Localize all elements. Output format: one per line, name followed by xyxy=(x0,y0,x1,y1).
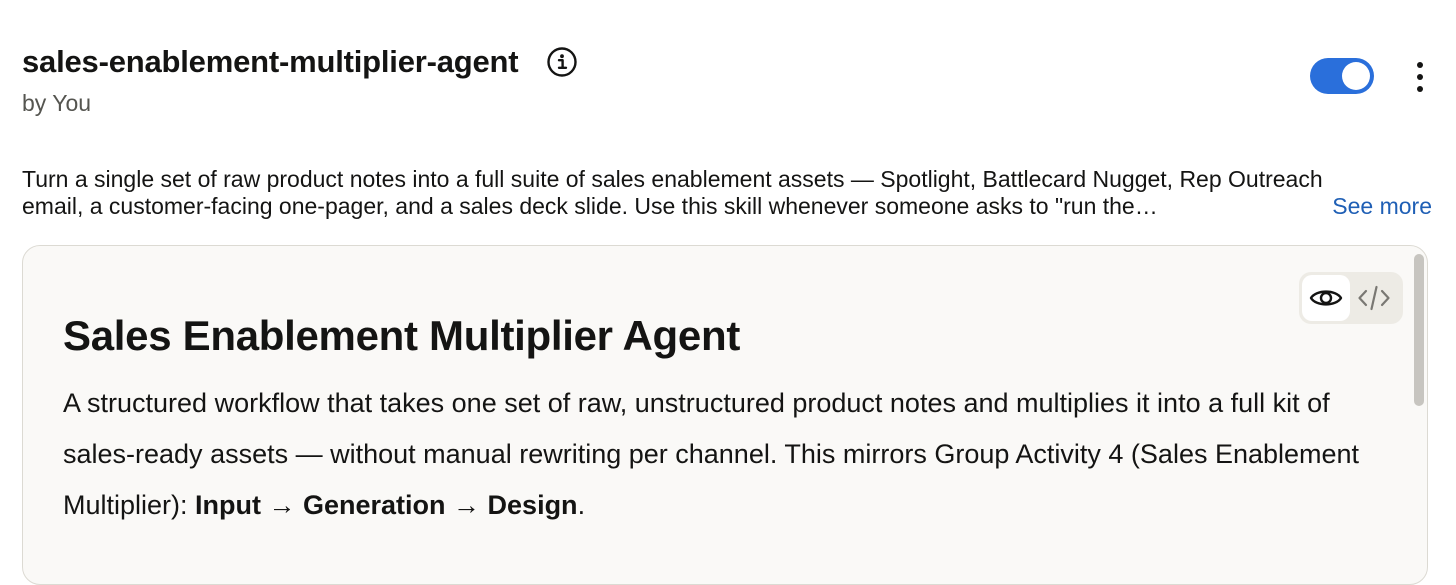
view-mode-toggle xyxy=(1299,272,1403,324)
eye-icon xyxy=(1309,290,1343,306)
preview-scrollbar[interactable] xyxy=(1414,254,1424,406)
dot-icon xyxy=(1417,74,1423,80)
paragraph-bold: Input → Generation → Design xyxy=(195,490,578,520)
more-options-button[interactable] xyxy=(1406,58,1434,96)
info-icon[interactable] xyxy=(546,46,578,78)
skill-preview-card: Sales Enablement Multiplier Agent A stru… xyxy=(22,245,1428,585)
skill-header: sales-enablement-multiplier-agent by You xyxy=(22,40,1434,118)
preview-view-button[interactable] xyxy=(1302,275,1350,321)
dot-icon xyxy=(1417,86,1423,92)
title-row: sales-enablement-multiplier-agent xyxy=(22,40,1434,84)
enable-toggle[interactable] xyxy=(1310,58,1374,94)
toggle-knob xyxy=(1342,62,1370,90)
preview-title: Sales Enablement Multiplier Agent xyxy=(63,312,741,359)
skill-title: sales-enablement-multiplier-agent xyxy=(22,44,519,79)
dot-icon xyxy=(1417,62,1423,68)
description-line-1: Turn a single set of raw product notes i… xyxy=(22,166,1323,192)
paragraph-end: . xyxy=(577,490,586,520)
description-line-2: email, a customer-facing one-pager, and … xyxy=(22,193,1158,219)
description-line-2-row: email, a customer-facing one-pager, and … xyxy=(22,193,1432,220)
skill-description: Turn a single set of raw product notes i… xyxy=(22,166,1432,220)
code-icon xyxy=(1358,285,1390,311)
see-more-link[interactable]: See more xyxy=(1332,193,1432,220)
preview-paragraph: A structured workflow that takes one set… xyxy=(63,378,1363,531)
author-label: by You xyxy=(22,90,92,116)
code-view-button[interactable] xyxy=(1350,275,1398,321)
